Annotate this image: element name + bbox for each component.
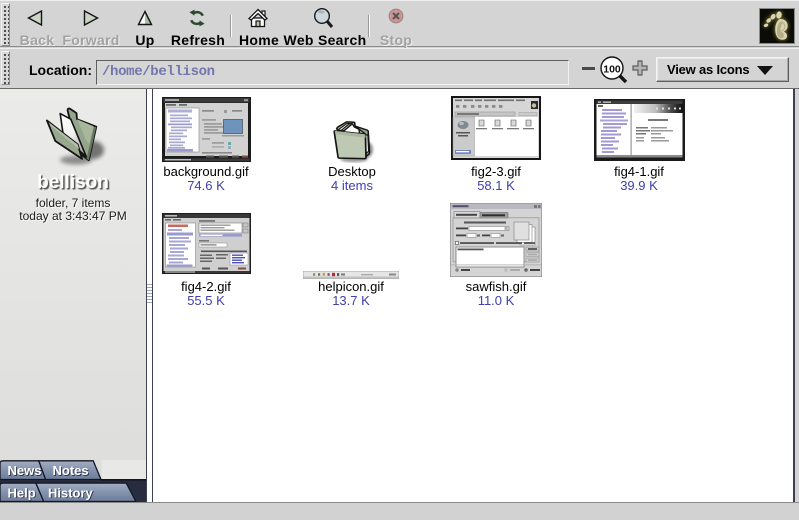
svg-text:News: News [8,463,42,478]
svg-text:Help: Help [8,485,36,500]
svg-text:History: History [48,485,94,500]
svg-text:100: 100 [603,64,621,76]
svg-text:Notes: Notes [53,463,89,478]
